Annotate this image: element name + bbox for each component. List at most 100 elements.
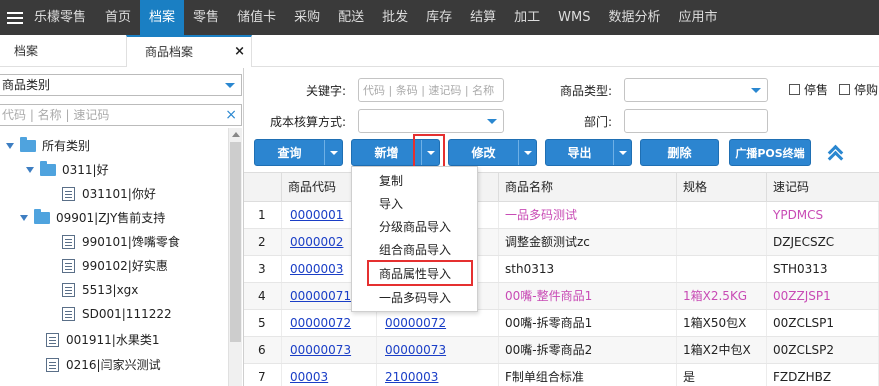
row-code2-link[interactable]: 00000073 (379, 337, 499, 363)
tab-goods-archive-label: 商品档案 (145, 45, 194, 59)
nav-item-purchase[interactable]: 采购 (285, 0, 329, 35)
row-mnemonic: DZJECSZC (767, 229, 879, 255)
scrollbar-thumb[interactable] (230, 142, 241, 342)
table-row[interactable]: 3 0000003 sth0313 STH0313 (244, 256, 879, 283)
table-row[interactable]: 1 0000001 一品多码测试 YPDMCS (244, 202, 879, 229)
chevron-down-icon[interactable] (487, 119, 497, 124)
export-dropdown-toggle[interactable] (613, 140, 631, 165)
category-select[interactable]: 商品类别 (0, 74, 242, 96)
query-button-label: 查询 (277, 146, 302, 160)
row-code-link[interactable]: 00003 (284, 364, 377, 386)
expand-triangle-icon[interactable] (26, 167, 34, 173)
row-mnemonic: FZDZHBZ (767, 364, 879, 386)
expand-triangle-icon[interactable] (6, 143, 14, 149)
menu-item-combo-goods-import[interactable]: 组合商品导入 (352, 239, 477, 262)
edit-button-label: 修改 (471, 146, 496, 160)
tree-node[interactable]: 0311|好 (26, 158, 109, 182)
stop-sale-checkbox[interactable]: 停售 (789, 81, 828, 97)
nav-item-data-analysis[interactable]: 数据分析 (600, 0, 670, 35)
table-row[interactable]: 5 00000072 00000072 00嘴-拆零商品1 1箱X50包X 00… (244, 310, 879, 337)
goods-type-select[interactable] (624, 78, 768, 102)
keyword-placeholder: 代码 | 条码 | 速记码 | 名称 (363, 84, 495, 97)
menu-item-import[interactable]: 导入 (352, 193, 477, 216)
menu-item-graded-goods-import[interactable]: 分级商品导入 (352, 216, 477, 239)
collapse-up-icon[interactable] (827, 144, 843, 160)
row-name: 调整金额测试zc (499, 229, 677, 255)
row-spec (677, 256, 767, 282)
edit-dropdown-toggle[interactable] (518, 140, 536, 165)
tree-node[interactable]: 所有类别 (6, 134, 90, 158)
chevron-down-icon[interactable] (225, 83, 235, 88)
header-spec[interactable]: 规格 (677, 173, 767, 202)
row-mnemonic: 00ZCLSP1 (767, 310, 879, 336)
menu-item-multi-code-import[interactable]: 一品多码导入 (352, 287, 477, 310)
nav-item-archive[interactable]: 档案 (140, 0, 185, 35)
nav-item-home[interactable]: 首页 (96, 0, 140, 35)
edit-button[interactable]: 修改 (448, 139, 537, 166)
goods-type-label: 商品类型: (559, 84, 612, 98)
stop-purchase-label: 停购 (854, 82, 879, 97)
table-row[interactable]: 6 00000073 00000073 00嘴-拆零商品2 1箱X2中包X 00… (244, 337, 879, 364)
chevron-down-icon[interactable] (751, 88, 761, 93)
query-button[interactable]: 查询 (254, 139, 343, 166)
scroll-up-icon[interactable] (232, 132, 240, 137)
row-code-link[interactable]: 00000072 (284, 310, 377, 336)
nav-item-app-market[interactable]: 应用市 (670, 0, 727, 35)
broadcast-pos-button[interactable]: 广播POS终端 (729, 139, 811, 166)
delete-button[interactable]: 删除 (640, 139, 719, 166)
export-button[interactable]: 导出 (545, 139, 632, 166)
tree-node[interactable]: 990101|馋嘴零食 (62, 230, 180, 254)
row-index: 4 (252, 283, 282, 309)
tree-node[interactable]: 0216|闫家兴测试 (46, 353, 161, 377)
nav-item-processing[interactable]: 加工 (505, 0, 549, 35)
row-name: 一品多码测试 (499, 202, 677, 228)
row-code2-link[interactable]: 00000072 (379, 310, 499, 336)
header-name[interactable]: 商品名称 (499, 173, 677, 202)
tree-node-label: 990101|馋嘴零食 (82, 235, 180, 249)
category-search-input[interactable]: 代码 | 名称 | 速记码 × (0, 104, 242, 126)
stop-purchase-checkbox[interactable]: 停购 (839, 81, 878, 97)
row-code-link[interactable]: 00000073 (284, 337, 377, 363)
row-code2-link[interactable]: 2100003 (379, 364, 499, 386)
export-button-label: 导出 (567, 146, 592, 160)
clear-icon[interactable]: × (225, 105, 237, 125)
nav-item-inventory[interactable]: 库存 (417, 0, 461, 35)
tree-node-label: 990102|好实惠 (82, 259, 168, 273)
close-icon[interactable]: × (234, 37, 245, 67)
checkbox-box[interactable] (789, 83, 800, 95)
header-mnemonic[interactable]: 速记码 (767, 173, 879, 202)
department-input[interactable] (624, 109, 768, 133)
tab-goods-archive[interactable]: 商品档案 × (126, 35, 252, 67)
tree-node[interactable]: 5513|xgx (62, 278, 138, 302)
tree-node[interactable]: SD001|111222 (62, 302, 172, 326)
nav-item-wms[interactable]: WMS (549, 0, 599, 35)
expand-triangle-icon[interactable] (20, 215, 28, 221)
tree-node-label: 5513|xgx (82, 283, 139, 297)
menu-icon[interactable] (0, 0, 30, 35)
tree-node[interactable]: 990102|好实惠 (62, 254, 168, 278)
nav-item-settlement[interactable]: 结算 (461, 0, 505, 35)
row-spec (677, 229, 767, 255)
cost-method-select[interactable] (358, 109, 504, 133)
nav-item-stored-value-card[interactable]: 储值卡 (228, 0, 285, 35)
nav-item-wholesale[interactable]: 批发 (373, 0, 417, 35)
checkbox-box[interactable] (839, 83, 850, 95)
row-spec: 1箱X2.5KG (677, 283, 767, 309)
tree-node[interactable]: 09901|ZJY售前支持 (20, 206, 165, 230)
row-mnemonic: 00ZCLSP2 (767, 337, 879, 363)
query-dropdown-toggle[interactable] (324, 140, 342, 165)
row-index: 5 (252, 310, 282, 336)
tree-node[interactable]: 031101|你好 (62, 182, 156, 206)
folder-icon (40, 161, 56, 176)
table-header: 商品代码 商品名称 规格 速记码 (244, 172, 879, 202)
nav-item-retail[interactable]: 零售 (184, 0, 228, 35)
tab-archive[interactable]: 档案 (0, 35, 126, 67)
table-row[interactable]: 2 0000002 调整金额测试zc DZJECSZC (244, 229, 879, 256)
tree-scrollbar[interactable] (228, 128, 242, 386)
table-row[interactable]: 7 00003 2100003 F制单组合标准 是 FZDZHBZ (244, 364, 879, 386)
tree-node[interactable]: 001911|水果类1 (46, 328, 160, 352)
table-row[interactable]: 4 00000071 00嘴-整件商品1 1箱X2.5KG 00ZZJSP1 (244, 283, 879, 310)
keyword-input[interactable]: 代码 | 条码 | 速记码 | 名称 (358, 78, 504, 102)
menu-item-copy[interactable]: 复制 (352, 170, 477, 193)
nav-item-distribution[interactable]: 配送 (329, 0, 373, 35)
